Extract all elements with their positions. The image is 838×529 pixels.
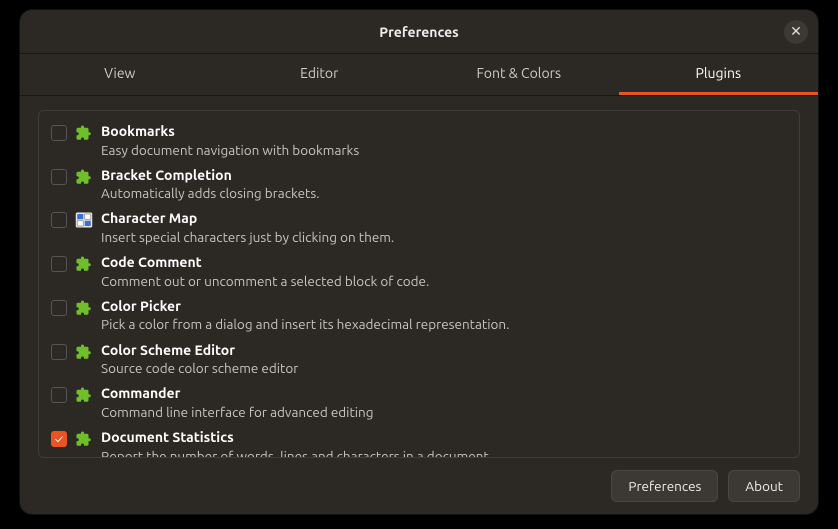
plugin-checkbox[interactable] — [51, 344, 67, 360]
plugin-checkbox[interactable]: ✓ — [51, 431, 67, 447]
plugin-desc: Comment out or uncomment a selected bloc… — [101, 272, 791, 290]
puzzle-icon — [75, 386, 93, 404]
plugin-checkbox[interactable] — [51, 169, 67, 185]
plugin-text: CommanderCommand line interface for adva… — [101, 385, 791, 421]
plugin-name: Code Comment — [101, 254, 791, 272]
tab-font-colors[interactable]: Font & Colors — [419, 54, 619, 95]
tab-bar: ViewEditorFont & ColorsPlugins — [20, 54, 818, 96]
charmap-icon — [75, 211, 93, 229]
plugin-name: Color Scheme Editor — [101, 342, 791, 360]
plugin-list: BookmarksEasy document navigation with b… — [38, 110, 800, 458]
preferences-window: Preferences ✕ ViewEditorFont & ColorsPlu… — [20, 10, 818, 514]
plugin-text: Color PickerPick a color from a dialog a… — [101, 298, 791, 334]
plugin-text: BookmarksEasy document navigation with b… — [101, 123, 791, 159]
plugin-name: Document Statistics — [101, 429, 791, 447]
puzzle-icon — [75, 299, 93, 317]
plugin-checkbox[interactable] — [51, 300, 67, 316]
tab-view[interactable]: View — [20, 54, 220, 95]
puzzle-icon — [75, 343, 93, 361]
puzzle-icon — [75, 430, 93, 448]
plugin-checkbox[interactable] — [51, 125, 67, 141]
plugin-desc: Easy document navigation with bookmarks — [101, 141, 791, 159]
tab-plugins[interactable]: Plugins — [619, 54, 819, 95]
preferences-button[interactable]: Preferences — [611, 470, 718, 502]
plugin-checkbox[interactable] — [51, 256, 67, 272]
plugin-desc: Report the number of words, lines and ch… — [101, 447, 791, 458]
puzzle-icon — [75, 124, 93, 142]
window-title: Preferences — [379, 24, 459, 40]
plugin-desc: Automatically adds closing brackets. — [101, 184, 791, 202]
content-area: BookmarksEasy document navigation with b… — [20, 96, 818, 514]
plugin-row[interactable]: Bracket CompletionAutomatically adds clo… — [49, 163, 793, 207]
plugin-name: Bracket Completion — [101, 167, 791, 185]
plugin-checkbox[interactable] — [51, 387, 67, 403]
plugin-desc: Command line interface for advanced edit… — [101, 403, 791, 421]
close-button[interactable]: ✕ — [784, 20, 808, 44]
plugin-row[interactable]: BookmarksEasy document navigation with b… — [49, 119, 793, 163]
plugin-name: Commander — [101, 385, 791, 403]
plugin-desc: Insert special characters just by clicki… — [101, 228, 791, 246]
plugin-row[interactable]: Code CommentComment out or uncomment a s… — [49, 250, 793, 294]
plugin-desc: Pick a color from a dialog and insert it… — [101, 315, 791, 333]
plugin-desc: Source code color scheme editor — [101, 359, 791, 377]
plugin-name: Bookmarks — [101, 123, 791, 141]
footer: Preferences About — [38, 458, 800, 502]
plugin-text: Character MapInsert special characters j… — [101, 210, 791, 246]
plugin-row[interactable]: Color Scheme EditorSource code color sch… — [49, 338, 793, 382]
close-icon: ✕ — [790, 23, 802, 40]
plugin-name: Character Map — [101, 210, 791, 228]
plugin-row[interactable]: Character MapInsert special characters j… — [49, 206, 793, 250]
plugin-row[interactable]: Color PickerPick a color from a dialog a… — [49, 294, 793, 338]
plugin-text: Code CommentComment out or uncomment a s… — [101, 254, 791, 290]
check-icon: ✓ — [55, 433, 63, 446]
puzzle-icon — [75, 168, 93, 186]
plugin-text: Bracket CompletionAutomatically adds clo… — [101, 167, 791, 203]
plugin-checkbox[interactable] — [51, 212, 67, 228]
about-button[interactable]: About — [728, 470, 800, 502]
plugin-row[interactable]: CommanderCommand line interface for adva… — [49, 381, 793, 425]
tab-editor[interactable]: Editor — [220, 54, 420, 95]
plugin-row[interactable]: ✓ Document StatisticsReport the number of… — [49, 425, 793, 458]
puzzle-icon — [75, 255, 93, 273]
plugin-text: Color Scheme EditorSource code color sch… — [101, 342, 791, 378]
plugin-text: Document StatisticsReport the number of … — [101, 429, 791, 458]
plugin-name: Color Picker — [101, 298, 791, 316]
titlebar: Preferences ✕ — [20, 10, 818, 54]
